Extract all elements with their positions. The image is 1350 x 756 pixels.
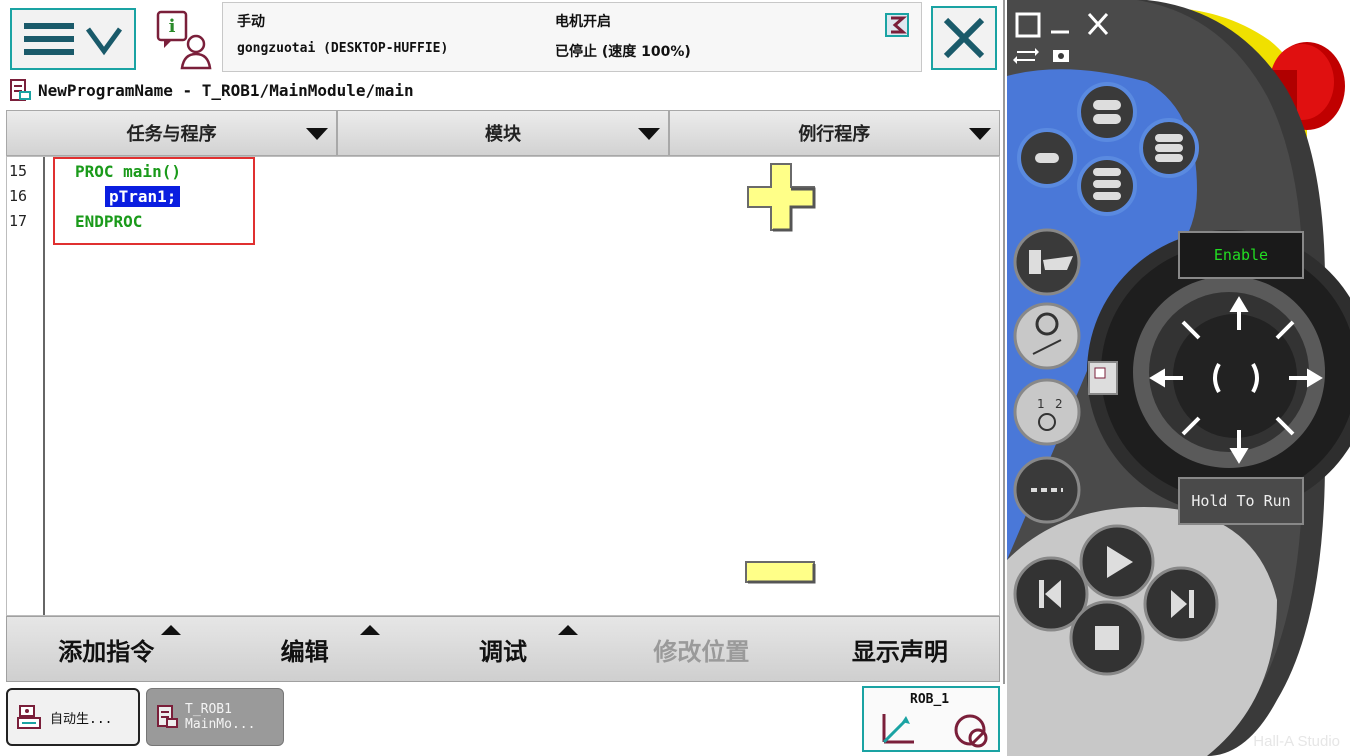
camera-icon (1053, 50, 1069, 62)
tab-label: 模块 (484, 124, 521, 145)
tab-modules[interactable]: 模块 (337, 110, 669, 156)
tab-tasks-and-programs[interactable]: 任务与程序 (6, 110, 338, 156)
edit-button[interactable]: 编辑 (205, 617, 403, 681)
event-log-icon[interactable]: i (152, 8, 214, 70)
production-window-icon (17, 705, 41, 729)
command-label: 调试 (479, 637, 528, 666)
svg-text:1: 1 (1037, 397, 1045, 411)
line-number: 16 (9, 187, 28, 205)
task-auto-production[interactable]: 自动生... (6, 688, 140, 746)
quickset-icon[interactable] (885, 13, 909, 37)
side-indicator-icon (1088, 361, 1118, 395)
caret-up-icon (558, 625, 579, 635)
annotation-highlight-box (53, 157, 255, 245)
caret-up-icon (359, 625, 380, 635)
tab-label: 例行程序 (798, 124, 871, 145)
command-label: 显示声明 (851, 637, 948, 666)
command-label: 修改位置 (653, 637, 750, 666)
increment-button[interactable]: 1 2 (1013, 378, 1081, 446)
pendant-body: 1 2 (1007, 0, 1350, 756)
line-number: 17 (9, 212, 28, 230)
stop-icon (1095, 626, 1119, 650)
caret-up-icon (161, 625, 182, 635)
hamburger-chevron-icon (24, 23, 123, 56)
mechanical-unit-indicator[interactable]: ROB_1 (862, 686, 1000, 752)
controller-name: gongzuotai (DESKTOP-HUFFIE) (237, 41, 449, 56)
task-label-line2: MainMo... (185, 717, 256, 732)
caret-down-icon (306, 128, 329, 140)
breadcrumb: NewProgramName - T_ROB1/MainModule/main (8, 76, 414, 104)
command-label: 添加指令 (58, 637, 155, 666)
no-increment-icon (954, 714, 988, 748)
motion-mode-button[interactable] (1013, 302, 1081, 370)
operating-mode: 手动 (237, 14, 265, 30)
task-label: 自动生... (50, 711, 113, 727)
close-button[interactable] (931, 6, 997, 70)
status-bar[interactable]: 手动 gongzuotai (DESKTOP-HUFFIE) 电机开启 已停止 … (222, 2, 922, 72)
abb-menu-button[interactable] (10, 8, 136, 70)
coordinate-axes-icon (882, 714, 914, 744)
tab-routines[interactable]: 例行程序 (668, 110, 1000, 156)
mech-unit-label: ROB_1 (910, 692, 950, 707)
command-label: 编辑 (280, 637, 329, 666)
flexpendant-screen: i 手动 gongzuotai (DESKTOP-HUFFIE) 电机开启 已停… (0, 0, 1005, 756)
zoom-in-button[interactable] (744, 160, 818, 234)
jog-panel: 1 2 Enable Hold To Run Hall-A Studio (1007, 0, 1350, 756)
modify-position-button: 修改位置 (602, 617, 800, 681)
show-declarations-button[interactable]: 显示声明 (801, 617, 999, 681)
enable-label: Enable (1213, 246, 1269, 264)
caret-down-icon (637, 128, 660, 140)
toggle-button[interactable] (1013, 456, 1081, 524)
hold-to-run-label: Hold To Run (1191, 492, 1291, 510)
breadcrumb-text: NewProgramName - T_ROB1/MainModule/main (38, 80, 414, 100)
svg-text:i: i (169, 16, 176, 37)
svg-text:2: 2 (1055, 397, 1063, 411)
run-state: 已停止 (速度 100%) (555, 44, 691, 60)
zoom-out-button[interactable] (744, 560, 818, 586)
taskbar: 自动生... T_ROB1 MainMo... ROB_1 (0, 684, 1005, 756)
motor-state: 电机开启 (555, 14, 611, 30)
code-editor[interactable]: 15 16 17 PROC main() pTran1; ENDPROC (6, 156, 1000, 616)
line-number-gutter: 15 16 17 (7, 157, 45, 615)
add-instruction-button[interactable]: 添加指令 (7, 617, 205, 681)
command-bar: 添加指令 编辑 调试 修改位置 显示声明 (6, 616, 1000, 682)
debug-button[interactable]: 调试 (404, 617, 602, 681)
close-icon (943, 17, 985, 59)
caret-down-icon (968, 128, 991, 140)
program-editor-icon (157, 705, 178, 728)
watermark-text: Hall-A Studio (1253, 733, 1340, 750)
mechanical-unit-button[interactable] (1013, 228, 1081, 296)
task-program-editor[interactable]: T_ROB1 MainMo... (146, 688, 284, 746)
line-number: 15 (9, 162, 28, 180)
minus-icon (745, 561, 816, 584)
tab-label: 任务与程序 (126, 124, 217, 145)
plus-icon (747, 163, 816, 232)
editor-tabs: 任务与程序 模块 例行程序 (6, 110, 1000, 156)
task-label-line1: T_ROB1 (185, 702, 232, 717)
program-editor-icon (10, 79, 31, 101)
